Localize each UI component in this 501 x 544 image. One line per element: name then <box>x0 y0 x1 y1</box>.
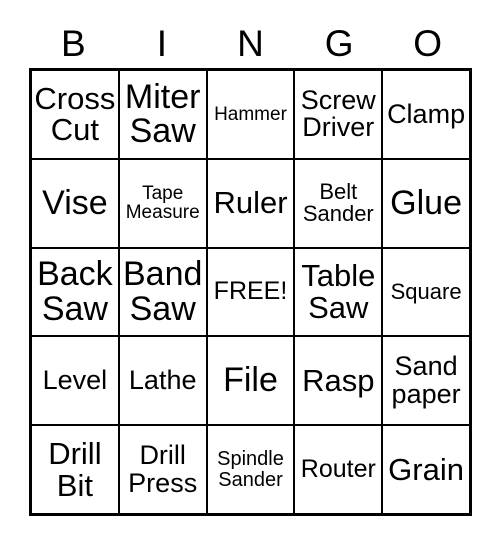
bingo-row: Back Saw Band Saw FREE! Table Saw Square <box>32 248 469 338</box>
bingo-cell[interactable]: Band Saw <box>119 248 208 336</box>
bingo-grid: Cross Cut Miter Saw Hammer Screw Driver Clam… <box>29 68 472 516</box>
bingo-cell[interactable]: Sand paper <box>383 337 469 425</box>
bingo-cell-label: Table Saw <box>301 258 376 325</box>
bingo-card: B I N G O Cross Cut Miter Saw Hammer Screw … <box>0 0 501 544</box>
bingo-cell-label: Grain <box>388 451 464 487</box>
bingo-cell[interactable]: Square <box>383 248 469 336</box>
bingo-cell-label: Drill Press <box>128 440 198 498</box>
bingo-cell-label: Tape Measure <box>125 182 200 224</box>
bingo-cell[interactable]: Back Saw <box>32 248 120 336</box>
bingo-cell-label: Band Saw <box>122 255 203 328</box>
bingo-cell-label: Router <box>300 454 376 483</box>
bingo-cell[interactable]: File <box>207 337 296 425</box>
bingo-cell[interactable]: Belt Sander <box>295 159 384 247</box>
header-letter-i: I <box>156 22 168 64</box>
bingo-cell[interactable]: Vise <box>32 159 120 247</box>
bingo-cell-label: Square <box>390 278 462 304</box>
header-letter-g: G <box>324 22 354 64</box>
header-letter-b: B <box>60 22 86 64</box>
bingo-cell-label: FREE! <box>213 277 288 306</box>
bingo-cell[interactable]: Spindle Sander <box>207 426 296 513</box>
bingo-cell[interactable]: Table Saw <box>295 248 384 336</box>
bingo-cell-label: Lathe <box>128 365 197 396</box>
header-letter-n: N <box>237 22 264 64</box>
bingo-cell-label: Spindle Sander <box>217 448 284 491</box>
bingo-cell[interactable]: Grain <box>383 426 469 513</box>
bingo-cell[interactable]: Drill Press <box>119 426 208 513</box>
bingo-cell-label: Glue <box>390 183 462 222</box>
bingo-cell[interactable]: Screw Driver <box>295 71 384 158</box>
bingo-cell-label: Screw Driver <box>300 84 376 143</box>
bingo-cell-label: Back Saw <box>37 255 113 328</box>
bingo-cell-label: File <box>223 361 278 400</box>
bingo-cell[interactable]: Clamp <box>383 71 469 158</box>
bingo-row: Drill Bit Drill Press Spindle Sander Router… <box>32 426 469 513</box>
bingo-cell[interactable]: Glue <box>383 159 469 247</box>
bingo-cell-label: Ruler <box>213 185 288 221</box>
bingo-cell-label: Clamp <box>387 98 466 129</box>
bingo-cell-label: Belt Sander <box>302 178 374 227</box>
bingo-cell-label: Miter Saw <box>124 77 201 151</box>
bingo-cell[interactable]: Hammer <box>207 71 296 158</box>
bingo-cell[interactable]: Miter Saw <box>119 71 208 158</box>
bingo-cell[interactable]: Lathe <box>119 337 208 425</box>
bingo-cell-label: Level <box>42 365 108 396</box>
bingo-cell[interactable]: Router <box>295 426 384 513</box>
bingo-cell-free[interactable]: FREE! <box>207 248 296 336</box>
bingo-cell-label: Cross Cut <box>34 80 116 148</box>
bingo-row: Vise Tape Measure Ruler Belt Sander Glue <box>32 159 469 249</box>
bingo-cell[interactable]: Cross Cut <box>32 71 120 158</box>
bingo-cell[interactable]: Tape Measure <box>119 159 208 247</box>
bingo-cell[interactable]: Level <box>32 337 120 425</box>
header-letter-o: O <box>413 22 443 64</box>
bingo-cell-label: Drill Bit <box>48 435 102 503</box>
bingo-cell-label: Hammer <box>214 103 287 125</box>
bingo-cell[interactable]: Rasp <box>295 337 384 425</box>
bingo-header-row: B I N G O <box>29 18 472 68</box>
bingo-row: Level Lathe File Rasp Sand paper <box>32 337 469 427</box>
bingo-cell[interactable]: Drill Bit <box>32 426 120 513</box>
bingo-cell-label: Vise <box>42 183 108 222</box>
bingo-cell[interactable]: Ruler <box>207 159 296 247</box>
bingo-cell-label: Sand paper <box>391 351 461 409</box>
bingo-row: Cross Cut Miter Saw Hammer Screw Driver Clam… <box>32 71 469 160</box>
bingo-cell-label: Rasp <box>302 362 375 398</box>
